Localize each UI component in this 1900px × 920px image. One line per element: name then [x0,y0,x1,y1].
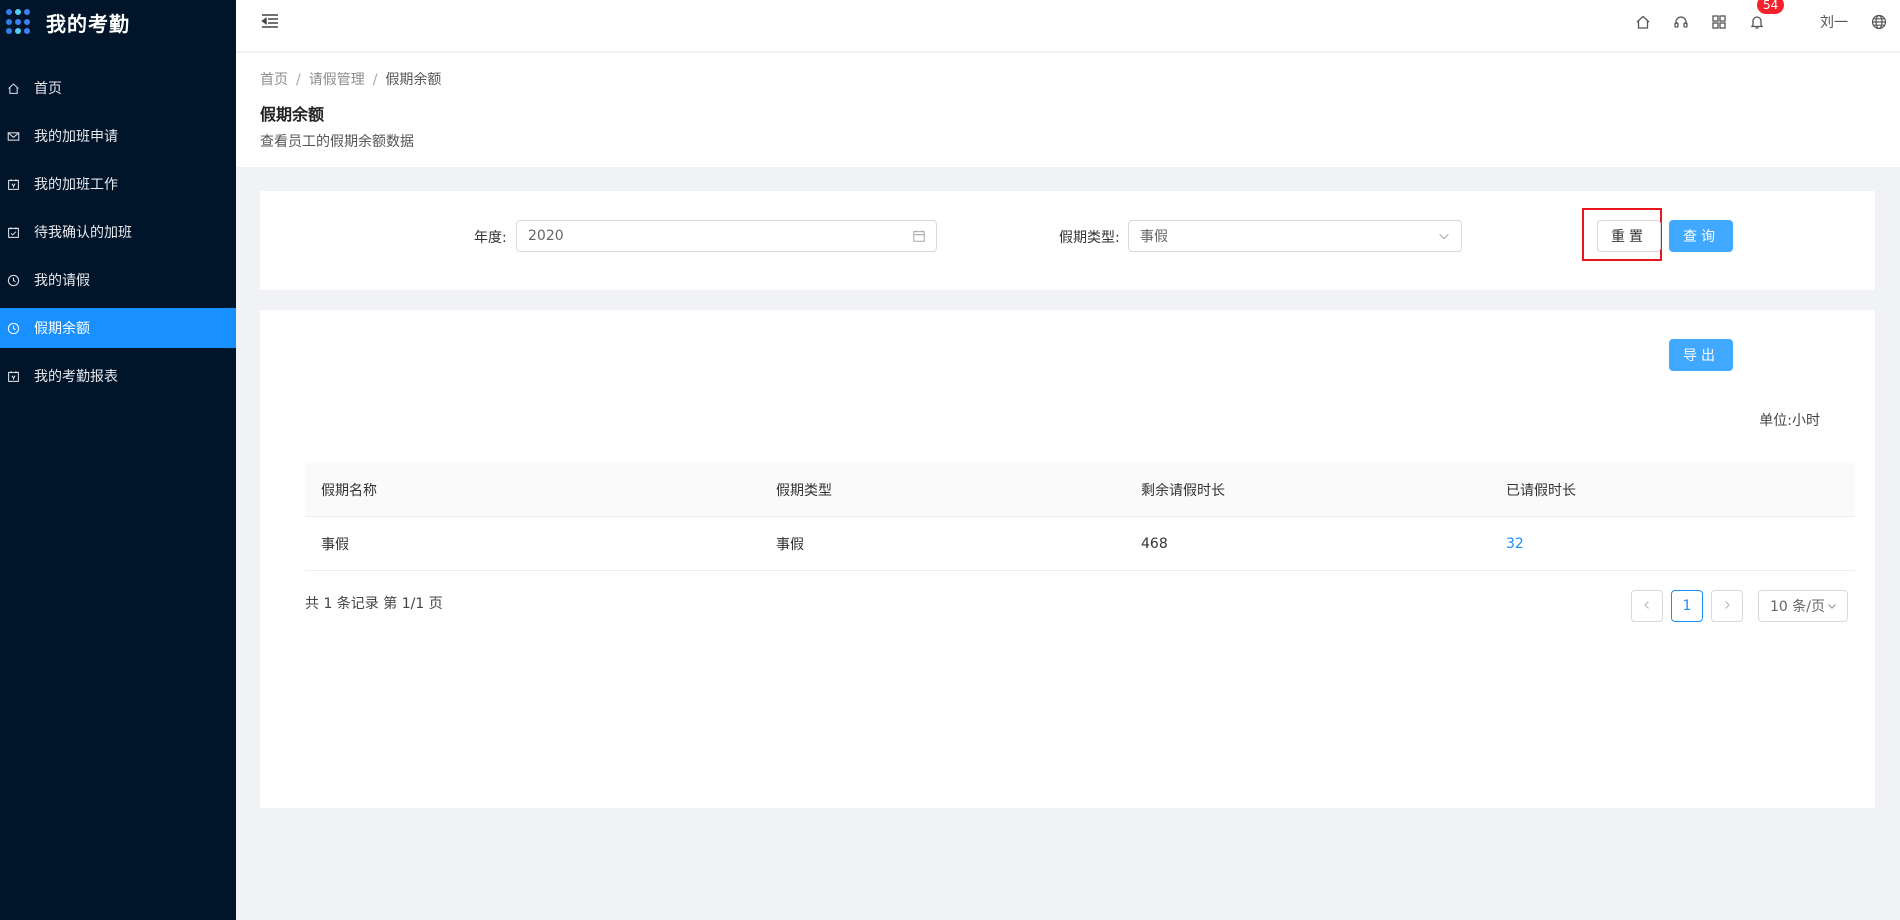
header-actions: 54 刘一 [1634,0,1900,44]
sidebar-item-label: 我的加班申请 [34,129,118,145]
leave-balance-table: 假期名称 假期类型 剩余请假时长 已请假时长 事假 事假 468 32 [305,463,1855,571]
clock-icon [6,273,20,287]
sidebar-item-label: 我的请假 [34,273,90,289]
sidebar-item-attendance-report[interactable]: 我的考勤报表 [0,356,236,396]
breadcrumb-current: 假期余额 [385,72,442,88]
query-button[interactable]: 查询 [1669,220,1733,252]
sidebar-item-label: 待我确认的加班 [34,225,132,241]
column-header-used: 已请假时长 [1506,482,1576,499]
top-header: 54 刘一 [236,0,1900,52]
sidebar-item-label: 首页 [34,81,62,97]
reset-button[interactable]: 重置 [1597,220,1661,252]
page-description: 查看员工的假期余额数据 [260,134,414,150]
sidebar-item-my-leave[interactable]: 我的请假 [0,260,236,300]
year-label: 年度: [474,230,507,246]
sidebar-item-label: 我的加班工作 [34,177,118,193]
sidebar-item-home[interactable]: 首页 [0,68,236,108]
sidebar-item-label: 假期余额 [34,321,90,337]
sidebar-item-leave-balance[interactable]: 假期余额 [0,308,236,348]
page-size-select[interactable]: 10 条/页 [1758,590,1848,622]
sidebar-item-label: 我的考勤报表 [34,369,118,385]
pagination-summary: 共 1 条记录 第 1/1 页 [305,596,443,612]
year-picker[interactable]: 2020 [516,220,937,252]
calendar-icon [6,369,20,383]
breadcrumb-leave-management[interactable]: 请假管理 [309,72,365,88]
result-panel: 导出 单位:小时 假期名称 假期类型 剩余请假时长 已请假时长 事假 事假 46… [260,310,1875,808]
sidebar-menu: 首页 我的加班申请 我的加班工作 待我确认的加班 我的请假 假期余额 我的考勤报… [0,68,236,396]
cell-type: 事假 [776,536,804,553]
sidebar-item-pending-confirm[interactable]: 待我确认的加班 [0,212,236,252]
export-button[interactable]: 导出 [1669,339,1733,371]
cell-name: 事假 [321,536,349,553]
column-header-name: 假期名称 [321,482,377,499]
cell-used-link[interactable]: 32 [1490,536,1855,552]
cell-remaining: 468 [1141,535,1168,552]
leave-type-value: 事假 [1140,229,1168,245]
leave-type-label: 假期类型: [1059,230,1120,246]
breadcrumb-home[interactable]: 首页 [260,72,288,88]
mail-icon [6,129,20,143]
sidebar: 我的考勤 首页 我的加班申请 我的加班工作 待我确认的加班 我的请假 假期余额 [0,0,236,920]
column-header-type: 假期类型 [776,482,832,499]
leave-type-select[interactable]: 事假 [1128,220,1462,252]
notification-badge: 54 [1757,0,1785,14]
app-title: 我的考勤 [46,11,130,36]
year-value: 2020 [528,228,564,244]
calendar-icon [912,229,926,243]
table-header: 假期名称 假期类型 剩余请假时长 已请假时长 [305,463,1855,517]
home-icon[interactable] [1634,13,1652,31]
breadcrumb: 首页 / 请假管理 / 假期余额 [260,72,442,88]
prev-page-button[interactable] [1631,590,1663,622]
user-name[interactable]: 刘一 [1820,12,1848,32]
page-title: 假期余额 [260,105,325,124]
chevron-down-icon [1827,601,1837,611]
filter-panel: 年度: 2020 假期类型: 事假 重置 查询 [260,191,1875,290]
sidebar-item-overtime-work[interactable]: 我的加班工作 [0,164,236,204]
check-square-icon [6,225,20,239]
app-logo[interactable]: 我的考勤 [0,0,236,44]
app-grid-icon [6,9,32,35]
page-size-value: 10 条/页 [1770,599,1825,615]
page-1-button[interactable]: 1 [1671,590,1703,622]
chevron-left-icon [1642,598,1652,614]
apps-grid-icon[interactable] [1710,13,1728,31]
unit-label: 单位:小时 [1759,413,1820,429]
home-icon [6,81,20,95]
bell-icon[interactable]: 54 [1748,0,1785,31]
chevron-down-icon [1437,229,1451,243]
table-row: 事假 事假 468 32 [305,517,1855,571]
globe-icon[interactable] [1870,13,1888,31]
headset-icon[interactable] [1672,13,1690,31]
chevron-right-icon [1722,598,1732,614]
page-header: 首页 / 请假管理 / 假期余额 假期余额 查看员工的假期余额数据 [236,53,1900,167]
column-header-remaining: 剩余请假时长 [1141,482,1225,499]
menu-fold-icon[interactable] [260,12,280,30]
next-page-button[interactable] [1711,590,1743,622]
calendar-icon [6,177,20,191]
clock-icon [6,321,20,335]
sidebar-item-overtime-apply[interactable]: 我的加班申请 [0,116,236,156]
